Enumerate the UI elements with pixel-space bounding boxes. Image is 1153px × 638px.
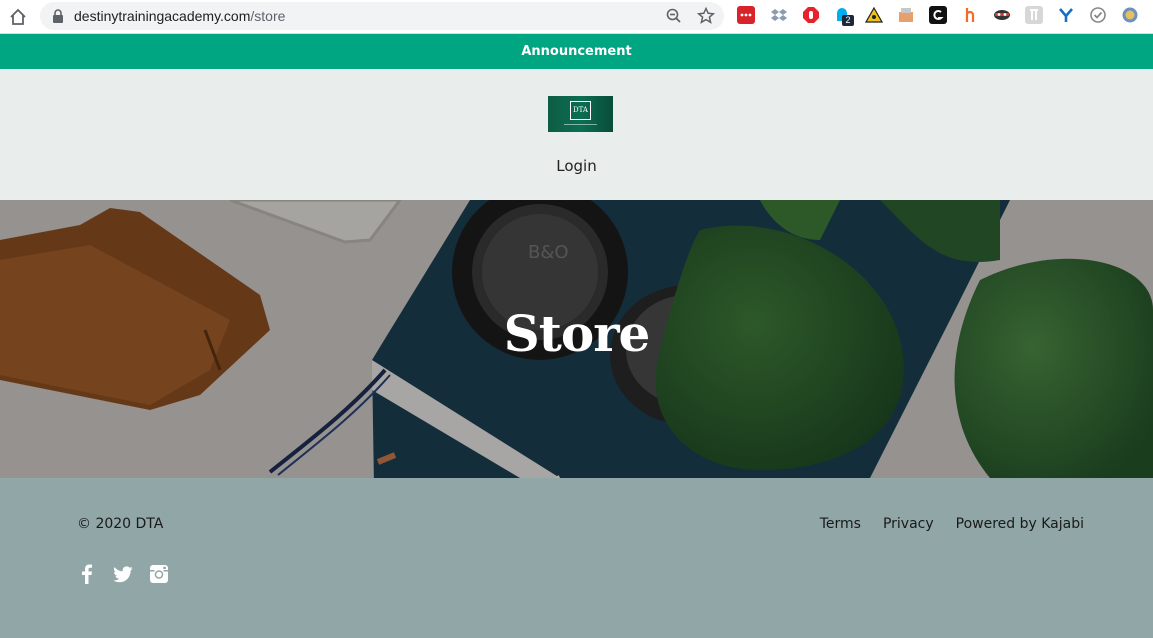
adblock-extension-icon[interactable] bbox=[802, 6, 820, 24]
y-extension-icon[interactable] bbox=[1057, 6, 1075, 24]
box-extension-icon[interactable] bbox=[897, 6, 915, 24]
bookmark-star-icon[interactable] bbox=[696, 6, 716, 26]
copyright-text: © 2020 DTA bbox=[77, 516, 164, 532]
privacy-link[interactable]: Privacy bbox=[883, 516, 934, 532]
warning-extension-icon[interactable] bbox=[864, 6, 884, 24]
twitter-icon[interactable] bbox=[113, 564, 133, 584]
site-header: DTA Login bbox=[0, 69, 1153, 200]
instagram-icon[interactable] bbox=[149, 564, 169, 584]
url-text[interactable]: destinytrainingacademy.com/store bbox=[74, 8, 285, 24]
facebook-icon[interactable] bbox=[77, 564, 97, 584]
logo-monogram: DTA bbox=[570, 101, 591, 120]
mask-extension-icon[interactable] bbox=[993, 6, 1011, 24]
site-footer: © 2020 DTA Terms Privacy Powered by Kaja… bbox=[0, 478, 1153, 638]
check-extension-icon[interactable] bbox=[1089, 6, 1107, 24]
site-logo[interactable]: DTA bbox=[548, 96, 613, 132]
lastpass-extension-icon[interactable] bbox=[737, 6, 755, 24]
ghostery-extension-icon[interactable]: 2 bbox=[834, 6, 854, 26]
url-domain: destinytrainingacademy.com bbox=[74, 8, 251, 24]
zoom-icon[interactable] bbox=[664, 6, 684, 26]
announcement-text[interactable]: Announcement bbox=[521, 44, 631, 59]
login-label[interactable]: Login bbox=[556, 157, 596, 175]
dropbox-extension-icon[interactable] bbox=[770, 6, 788, 24]
page-title: Store bbox=[503, 304, 651, 363]
terms-link[interactable]: Terms bbox=[820, 516, 861, 532]
footer-links: Terms Privacy Powered by Kajabi bbox=[820, 516, 1084, 532]
announcement-bar[interactable]: Announcement bbox=[0, 34, 1153, 69]
lock-icon[interactable] bbox=[52, 9, 64, 23]
grammar-extension-icon[interactable] bbox=[929, 6, 947, 24]
hero-banner: B&O Store bbox=[0, 200, 1153, 478]
home-icon[interactable] bbox=[8, 7, 28, 27]
social-links bbox=[77, 564, 169, 584]
logo-tagline-line bbox=[564, 124, 597, 125]
address-bar[interactable]: destinytrainingacademy.com/store bbox=[40, 2, 724, 30]
gray-extension-icon[interactable] bbox=[1025, 6, 1043, 24]
url-path: /store bbox=[250, 8, 286, 24]
browser-toolbar: destinytrainingacademy.com/store 2 bbox=[0, 0, 1153, 34]
extension-badge: 2 bbox=[842, 15, 854, 26]
powered-by-kajabi-link[interactable]: Powered by Kajabi bbox=[956, 516, 1084, 532]
login-link[interactable]: Login bbox=[0, 157, 1153, 175]
globe-extension-icon[interactable] bbox=[1121, 6, 1139, 24]
honey-extension-icon[interactable] bbox=[961, 6, 979, 24]
